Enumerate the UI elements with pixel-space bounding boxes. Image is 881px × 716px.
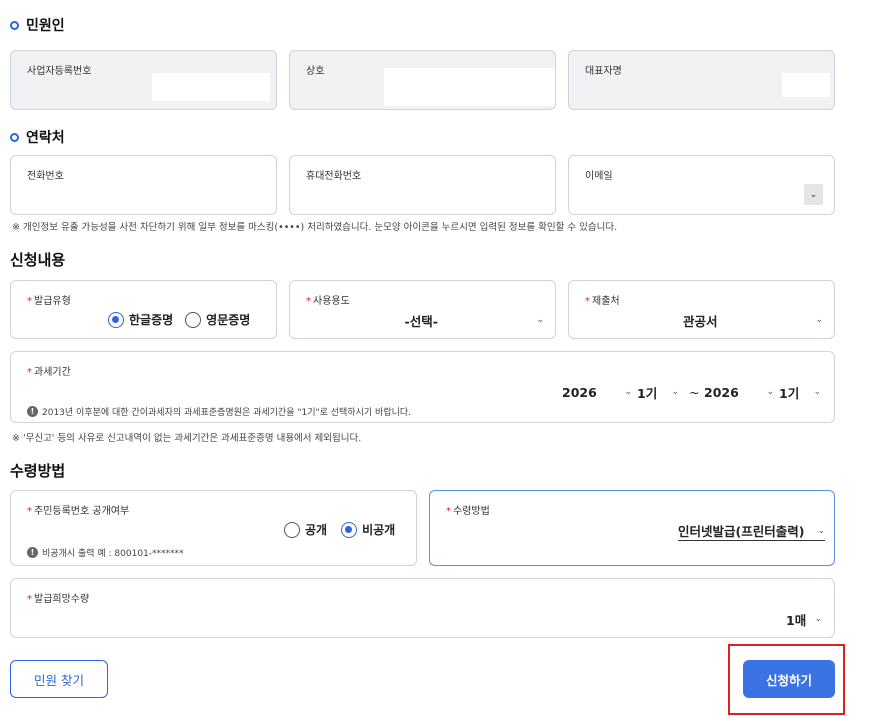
phone-label: 전화번호 (27, 171, 64, 182)
radio-english-certificate[interactable]: 영문증명 (185, 311, 250, 328)
chevron-down-icon: ⌄ (624, 387, 632, 397)
rrn-disclosure-field: * 주민등록번호 공개여부 공개 비공개 ! 비공개시 출력 예 : 800101… (10, 490, 417, 566)
bullet-ring-icon (10, 20, 19, 30)
tax-period-field: * 과세기간 2026 ⌄ 1기 ⌄ ~ 2026 ⌄ 1기 ⌄ ! 2013년 … (10, 351, 835, 423)
radio-selected-icon (341, 521, 358, 538)
apply-button[interactable]: 신청하기 (743, 660, 835, 698)
quantity-label: * 발급희망수량 (27, 594, 90, 605)
purpose-label: * 사용용도 (306, 296, 350, 307)
from-term-select[interactable]: 1기 ⌄ (637, 383, 679, 401)
quantity-select[interactable]: 1매 ⌄ (786, 610, 822, 628)
section-receive-title: 수령방법 (10, 462, 66, 480)
representative-field: 대표자명 (568, 50, 835, 110)
masking-notice: ※ 개인정보 유출 가능성을 사전 차단하기 위해 일부 정보를 마스킹(•••… (12, 222, 618, 233)
tax-period-label: * 과세기간 (27, 367, 71, 378)
section-applicant-title: 민원인 (10, 15, 65, 35)
radio-disclose[interactable]: 공개 (284, 521, 327, 538)
submit-to-label: * 제출처 (585, 296, 620, 307)
email-label: 이메일 (585, 171, 613, 182)
issue-type-label: * 발급유형 (27, 296, 71, 307)
email-domain-dropdown[interactable]: ⌄ (804, 184, 823, 205)
chevron-down-icon: ⌄ (671, 387, 679, 397)
find-applicant-button[interactable]: 민원 찾기 (10, 660, 108, 698)
chevron-down-icon: ⌄ (536, 315, 544, 325)
chevron-down-icon: ⌄ (817, 525, 825, 536)
radio-korean-certificate[interactable]: 한글증명 (108, 311, 173, 328)
mobile-label: 휴대전화번호 (306, 171, 362, 182)
period-separator: ~ (689, 384, 700, 400)
phone-field[interactable]: 전화번호 (10, 155, 277, 215)
purpose-select[interactable]: -선택- ⌄ (306, 311, 544, 329)
from-year-select[interactable]: 2026 ⌄ (562, 383, 632, 401)
company-name-value (384, 68, 555, 106)
no-report-notice: ※ '무신고' 등의 사유로 신고내역이 없는 과세기간은 과세표준증명 내용에… (12, 433, 362, 444)
rrn-radio-group: 공개 비공개 (284, 521, 395, 538)
info-icon: ! (27, 547, 38, 558)
section-contact-title: 연락처 (10, 127, 65, 147)
business-number-label: 사업자등록번호 (27, 66, 92, 77)
radio-selected-icon (108, 311, 124, 328)
tax-period-info: ! 2013년 이후분에 대한 간이과세자의 과세표준증명원은 과세기간을 "1… (27, 405, 411, 418)
radio-unselected-icon (284, 521, 300, 538)
chevron-down-icon: ⌄ (814, 614, 822, 624)
to-term-select[interactable]: 1기 ⌄ (779, 383, 821, 401)
info-icon: ! (27, 406, 38, 417)
section-request-title: 신청내용 (10, 251, 66, 269)
receive-method-field: * 수령방법 인터넷발급(프린터출력) ⌄ (429, 490, 835, 566)
business-number-value (152, 73, 270, 101)
submit-to-select[interactable]: 관공서 ⌄ (585, 311, 823, 329)
quantity-field: * 발급희망수량 1매 ⌄ (10, 578, 835, 638)
radio-unselected-icon (185, 311, 202, 328)
chevron-down-icon: ⌄ (815, 315, 823, 325)
receive-method-label: * 수령방법 (446, 506, 490, 517)
rrn-info: ! 비공개시 출력 예 : 800101-******* (27, 546, 184, 559)
mobile-field[interactable]: 휴대전화번호 (289, 155, 556, 215)
chevron-down-icon: ⌄ (766, 387, 774, 397)
representative-label: 대표자명 (585, 66, 622, 77)
company-name-field: 상호 (289, 50, 556, 110)
radio-nondisclose[interactable]: 비공개 (341, 521, 395, 538)
chevron-down-icon: ⌄ (813, 387, 821, 397)
chevron-down-icon: ⌄ (809, 189, 818, 200)
company-name-label: 상호 (306, 66, 325, 77)
receive-method-select[interactable]: 인터넷발급(프린터출력) ⌄ (678, 521, 825, 541)
business-number-field: 사업자등록번호 (10, 50, 277, 110)
issue-type-radio-group: 한글증명 영문증명 (108, 311, 250, 328)
submit-to-field: * 제출처 관공서 ⌄ (568, 280, 835, 339)
issue-type-field: * 발급유형 한글증명 영문증명 (10, 280, 277, 339)
rrn-disclosure-label: * 주민등록번호 공개여부 (27, 506, 130, 517)
purpose-field: * 사용용도 -선택- ⌄ (289, 280, 556, 339)
to-year-select[interactable]: 2026 ⌄ (704, 383, 774, 401)
bullet-ring-icon (10, 132, 19, 142)
representative-value (782, 73, 830, 97)
email-field[interactable]: 이메일 ⌄ (568, 155, 835, 215)
